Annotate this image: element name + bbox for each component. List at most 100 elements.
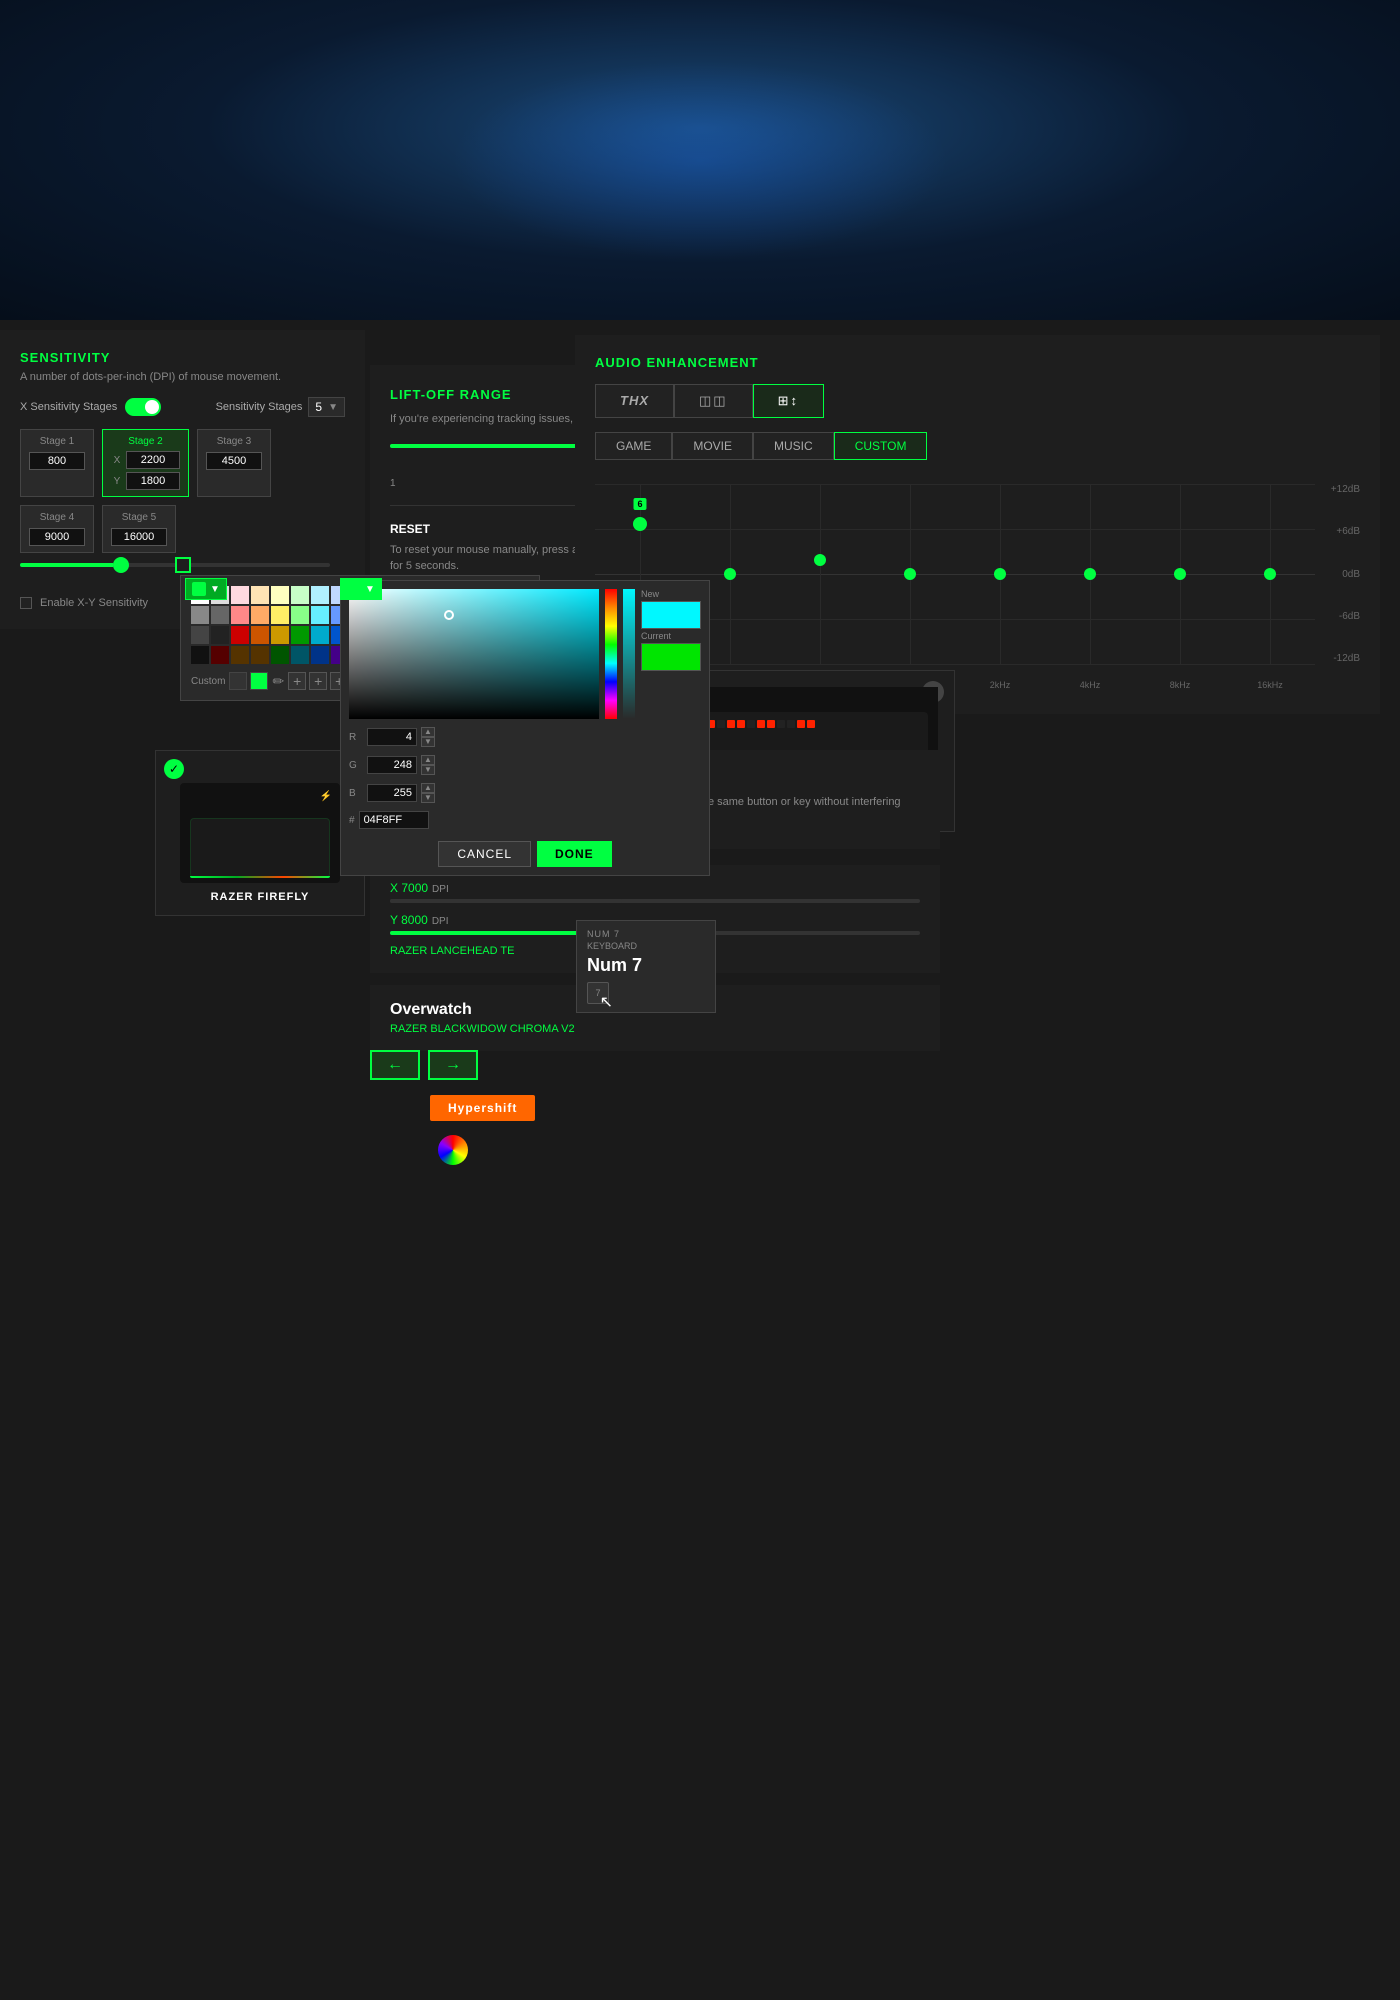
- stage-1-input[interactable]: [29, 452, 85, 470]
- swatch-green-light[interactable]: [291, 586, 309, 604]
- b-decrement[interactable]: ▼: [421, 793, 435, 803]
- stage-2-y-input[interactable]: [126, 472, 180, 490]
- hypershift-button[interactable]: Hypershift: [430, 1095, 535, 1121]
- x-dpi-label: X 7000: [390, 881, 428, 895]
- add-custom-2[interactable]: +: [309, 672, 327, 690]
- eq-handle-1khz[interactable]: [904, 568, 916, 580]
- xy-sensitivity-toggle[interactable]: [125, 398, 161, 416]
- b-label: B: [349, 788, 363, 799]
- stage-box-5[interactable]: Stage 5: [102, 505, 176, 553]
- freq-label-4khz: 4kHz: [1045, 680, 1135, 690]
- stages-select[interactable]: 5 ▼: [308, 397, 345, 417]
- swatch-navy[interactable]: [311, 646, 329, 664]
- add-custom-1[interactable]: +: [288, 672, 306, 690]
- swatch-dark-olive[interactable]: [251, 646, 269, 664]
- custom-swatch-1[interactable]: [229, 672, 247, 690]
- done-button[interactable]: DONE: [537, 841, 612, 867]
- spectrum-alpha-slider[interactable]: [623, 589, 635, 719]
- swatch-very-dark-brown[interactable]: [231, 646, 249, 664]
- dpi-slider-thumb[interactable]: [113, 557, 129, 573]
- swatch-cyan-light[interactable]: [311, 586, 329, 604]
- brand-tab-dolby[interactable]: ◫◫: [674, 384, 753, 418]
- next-arrow-button[interactable]: →: [428, 1050, 478, 1080]
- xy-enable-checkbox[interactable]: [20, 597, 32, 609]
- sensitivity-title: SENSITIVITY: [20, 350, 345, 365]
- swatch-dark-green[interactable]: [291, 626, 309, 644]
- swatch-near-black-2[interactable]: [191, 646, 209, 664]
- swatch-pink-light[interactable]: [231, 586, 249, 604]
- swatch-orange[interactable]: [251, 606, 269, 624]
- stage-box-3[interactable]: Stage 3: [197, 429, 271, 497]
- b-increment[interactable]: ▲: [421, 783, 435, 793]
- swatch-yellow-light[interactable]: [271, 586, 289, 604]
- swatch-red-light[interactable]: [231, 606, 249, 624]
- prev-arrow-button[interactable]: ←: [370, 1050, 420, 1080]
- swatch-dark-red[interactable]: [231, 626, 249, 644]
- stage-3-input[interactable]: [206, 452, 262, 470]
- eq-tab-game[interactable]: GAME: [595, 432, 672, 460]
- spectrum-hue-slider[interactable]: [605, 589, 617, 719]
- dpi-slider-thumb-2[interactable]: [175, 557, 191, 573]
- thx-logo: THX: [620, 393, 649, 408]
- edit-icon[interactable]: ✏: [272, 673, 284, 690]
- key-12: [727, 720, 735, 728]
- eq-handle-16khz[interactable]: [1264, 568, 1276, 580]
- stage-4-input[interactable]: [29, 528, 85, 546]
- hex-input[interactable]: [359, 811, 429, 829]
- swatch-cyan-mid[interactable]: [311, 606, 329, 624]
- swatch-dark-yellow[interactable]: [271, 626, 289, 644]
- swatch-yellow[interactable]: [271, 606, 289, 624]
- x-dpi-track[interactable]: [390, 899, 920, 903]
- db-plus6: +6dB: [1322, 526, 1360, 537]
- swatch-medium-grey[interactable]: [191, 606, 209, 624]
- num7-badge: NUM 7 KEYBOARD Num 7 7 ↖: [576, 920, 716, 1013]
- stage-2-x-input[interactable]: [126, 451, 180, 469]
- custom-swatch-2[interactable]: [250, 672, 268, 690]
- eq-tab-custom[interactable]: CUSTOM: [834, 432, 928, 460]
- swatch-very-dark-red[interactable]: [211, 646, 229, 664]
- stage-5-input[interactable]: [111, 528, 167, 546]
- cancel-button[interactable]: CANCEL: [438, 841, 531, 867]
- color-spectrum-picker: New Current R ▲ ▼ G ▲ ▼ B: [340, 580, 710, 876]
- current-color-preview: [641, 643, 701, 671]
- key-16: [767, 720, 775, 728]
- brand-tab-eq[interactable]: ⊞↕: [753, 384, 824, 418]
- stage-2-xy: X Y: [111, 451, 180, 490]
- r-input[interactable]: [367, 728, 417, 746]
- key-11: [717, 720, 725, 728]
- g-increment[interactable]: ▲: [421, 755, 435, 765]
- swatch-dark-grey[interactable]: [211, 606, 229, 624]
- eq-handle-125hz[interactable]: [633, 517, 647, 531]
- spectrum-gradient[interactable]: [349, 589, 599, 719]
- eq-handle-2khz[interactable]: [994, 568, 1006, 580]
- swatch-green-mid[interactable]: [291, 606, 309, 624]
- chroma-icon[interactable]: [438, 1135, 468, 1165]
- swatch-charcoal[interactable]: [191, 626, 209, 644]
- dpi-slider-track[interactable]: [20, 563, 330, 567]
- green-color-dropdown[interactable]: ▼: [185, 578, 227, 600]
- r-increment[interactable]: ▲: [421, 727, 435, 737]
- g-stepper: ▲ ▼: [421, 755, 435, 775]
- eq-handle-500hz[interactable]: [814, 554, 826, 566]
- eq-tab-music[interactable]: MUSIC: [753, 432, 834, 460]
- swatch-very-dark-teal[interactable]: [291, 646, 309, 664]
- stage-box-4[interactable]: Stage 4: [20, 505, 94, 553]
- b-input[interactable]: [367, 784, 417, 802]
- stage-box-1[interactable]: Stage 1: [20, 429, 94, 497]
- stage-box-2[interactable]: Stage 2 X Y: [102, 429, 189, 497]
- eq-handle-4khz[interactable]: [1084, 568, 1096, 580]
- eq-tab-movie[interactable]: MOVIE: [672, 432, 753, 460]
- g-decrement[interactable]: ▼: [421, 765, 435, 775]
- eq-handle-250hz[interactable]: [724, 568, 736, 580]
- swatch-very-dark-green[interactable]: [271, 646, 289, 664]
- eq-handle-8khz[interactable]: [1174, 568, 1186, 580]
- swatch-peach[interactable]: [251, 586, 269, 604]
- swatch-brown-orange[interactable]: [251, 626, 269, 644]
- swatch-near-black[interactable]: [211, 626, 229, 644]
- swatch-teal[interactable]: [311, 626, 329, 644]
- brand-tab-thx[interactable]: THX: [595, 384, 674, 418]
- key-17: [777, 720, 785, 728]
- color-small-dropdown[interactable]: ▼: [340, 578, 382, 600]
- g-input[interactable]: [367, 756, 417, 774]
- r-decrement[interactable]: ▼: [421, 737, 435, 747]
